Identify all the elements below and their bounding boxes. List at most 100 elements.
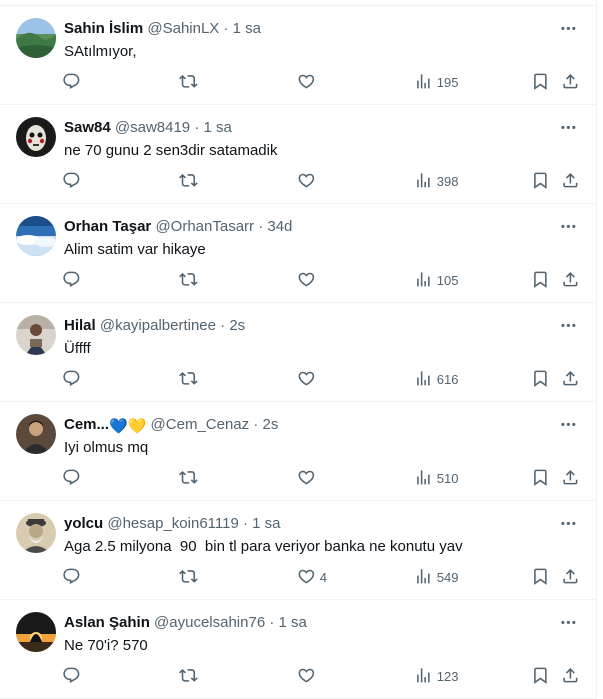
author-handle[interactable]: @hesap_koin61119 — [107, 515, 238, 532]
reply-icon — [62, 171, 81, 193]
author-handle[interactable]: @SahinLX — [147, 20, 219, 37]
name-emoji: 💙💛 — [109, 418, 147, 435]
author-name[interactable]: Aslan Şahin — [64, 614, 150, 631]
old-man-sepia-avatar[interactable] — [16, 513, 56, 553]
views-button[interactable]: 510 — [414, 468, 458, 490]
separator-dot: · — [220, 317, 226, 334]
tweet-actions: 105 — [54, 270, 597, 292]
reply-icon — [62, 270, 81, 292]
views-button[interactable]: 123 — [414, 666, 458, 688]
like-button[interactable]: 4 — [297, 567, 327, 589]
share-button[interactable] — [561, 171, 580, 193]
views-button[interactable]: 398 — [414, 171, 458, 193]
tweet-header: Orhan Taşar @OrhanTasarr · 34d — [64, 217, 557, 237]
share-icon — [561, 468, 580, 490]
bookmark-button[interactable] — [531, 369, 550, 391]
retweet-button[interactable] — [179, 171, 198, 193]
person-photo-avatar[interactable] — [16, 315, 56, 355]
more-icon[interactable] — [557, 612, 579, 632]
reply-button[interactable] — [62, 369, 81, 391]
more-icon[interactable] — [557, 117, 579, 137]
more-icon[interactable] — [557, 414, 579, 434]
tweet[interactable]: Sahin İslim @SahinLX · 1 sa SAtılmıyor, … — [0, 6, 597, 105]
author-name[interactable]: yolcu — [64, 515, 103, 532]
author-name[interactable]: Orhan Taşar — [64, 218, 151, 235]
timestamp[interactable]: 2s — [229, 317, 245, 334]
sunset-silhouette-avatar[interactable] — [16, 612, 56, 652]
tweet[interactable]: Saw84 @saw8419 · 1 sa ne 70 gunu 2 sen3d… — [0, 105, 597, 204]
separator-dot: · — [194, 119, 200, 136]
bookmark-button[interactable] — [531, 468, 550, 490]
like-count: 4 — [319, 570, 327, 585]
author-handle[interactable]: @saw8419 — [115, 119, 190, 136]
share-icon — [561, 666, 580, 688]
bookmark-button[interactable] — [531, 666, 550, 688]
author-name[interactable]: Saw84 — [64, 119, 111, 136]
landscape-hill-avatar[interactable] — [16, 18, 56, 58]
timestamp[interactable]: 1 sa — [233, 20, 261, 37]
like-button[interactable] — [297, 468, 320, 490]
tweet[interactable]: Hilal @kayipalbertinee · 2s Üffff 616 — [0, 303, 597, 402]
timestamp[interactable]: 1 sa — [204, 119, 232, 136]
retweet-button[interactable] — [179, 567, 198, 589]
share-button[interactable] — [561, 270, 580, 292]
like-button[interactable] — [297, 666, 320, 688]
like-button[interactable] — [297, 270, 320, 292]
retweet-button[interactable] — [179, 72, 198, 94]
bookmark-button[interactable] — [531, 567, 550, 589]
author-name[interactable]: Sahin İslim — [64, 20, 143, 37]
tweet-text: Alim satim var hikaye — [64, 241, 206, 258]
timestamp[interactable]: 34d — [267, 218, 292, 235]
bookmark-button[interactable] — [531, 270, 550, 292]
more-icon[interactable] — [557, 315, 579, 335]
share-button[interactable] — [561, 72, 580, 94]
share-button[interactable] — [561, 468, 580, 490]
timestamp[interactable]: 1 sa — [279, 614, 307, 631]
reply-button[interactable] — [62, 567, 81, 589]
author-handle[interactable]: @ayucelsahin76 — [154, 614, 265, 631]
tweet[interactable]: Aslan Şahin @ayucelsahin76 · 1 sa Ne 70'… — [0, 600, 597, 699]
more-icon[interactable] — [557, 216, 579, 236]
sky-clouds-avatar[interactable] — [16, 216, 56, 256]
more-icon[interactable] — [557, 18, 579, 38]
like-button[interactable] — [297, 171, 320, 193]
tweet[interactable]: Orhan Taşar @OrhanTasarr · 34d Alim sati… — [0, 204, 597, 303]
bookmark-button[interactable] — [531, 72, 550, 94]
separator-dot: · — [223, 20, 229, 37]
author-handle[interactable]: @Cem_Cenaz — [151, 416, 250, 433]
timestamp[interactable]: 2s — [263, 416, 279, 433]
tweet[interactable]: Cem...💙💛 @Cem_Cenaz · 2s Iyi olmus mq 51… — [0, 402, 597, 501]
mask-face-avatar[interactable] — [16, 117, 56, 157]
retweet-button[interactable] — [179, 369, 198, 391]
reply-button[interactable] — [62, 468, 81, 490]
reply-button[interactable] — [62, 72, 81, 94]
share-button[interactable] — [561, 666, 580, 688]
views-button[interactable]: 105 — [414, 270, 458, 292]
timestamp[interactable]: 1 sa — [252, 515, 280, 532]
bookmark-button[interactable] — [531, 171, 550, 193]
author-handle[interactable]: @OrhanTasarr — [155, 218, 254, 235]
like-button[interactable] — [297, 72, 320, 94]
author-name[interactable]: Cem... — [64, 416, 109, 433]
reply-button[interactable] — [62, 171, 81, 193]
reply-button[interactable] — [62, 270, 81, 292]
share-button[interactable] — [561, 567, 580, 589]
reply-icon — [62, 666, 81, 688]
retweet-button[interactable] — [179, 468, 198, 490]
reply-button[interactable] — [62, 666, 81, 688]
views-button[interactable]: 616 — [414, 369, 458, 391]
bookmark-icon — [531, 270, 550, 292]
retweet-button[interactable] — [179, 270, 198, 292]
views-button[interactable]: 195 — [414, 72, 458, 94]
more-icon[interactable] — [557, 513, 579, 533]
share-button[interactable] — [561, 369, 580, 391]
tweet[interactable]: yolcu @hesap_koin61119 · 1 sa Aga 2.5 mi… — [0, 501, 597, 600]
share-icon — [561, 72, 580, 94]
bookmark-icon — [531, 171, 550, 193]
like-button[interactable] — [297, 369, 320, 391]
views-button[interactable]: 549 — [414, 567, 458, 589]
retweet-button[interactable] — [179, 666, 198, 688]
author-name[interactable]: Hilal — [64, 317, 96, 334]
author-handle[interactable]: @kayipalbertinee — [100, 317, 216, 334]
person-dark-avatar[interactable] — [16, 414, 56, 454]
